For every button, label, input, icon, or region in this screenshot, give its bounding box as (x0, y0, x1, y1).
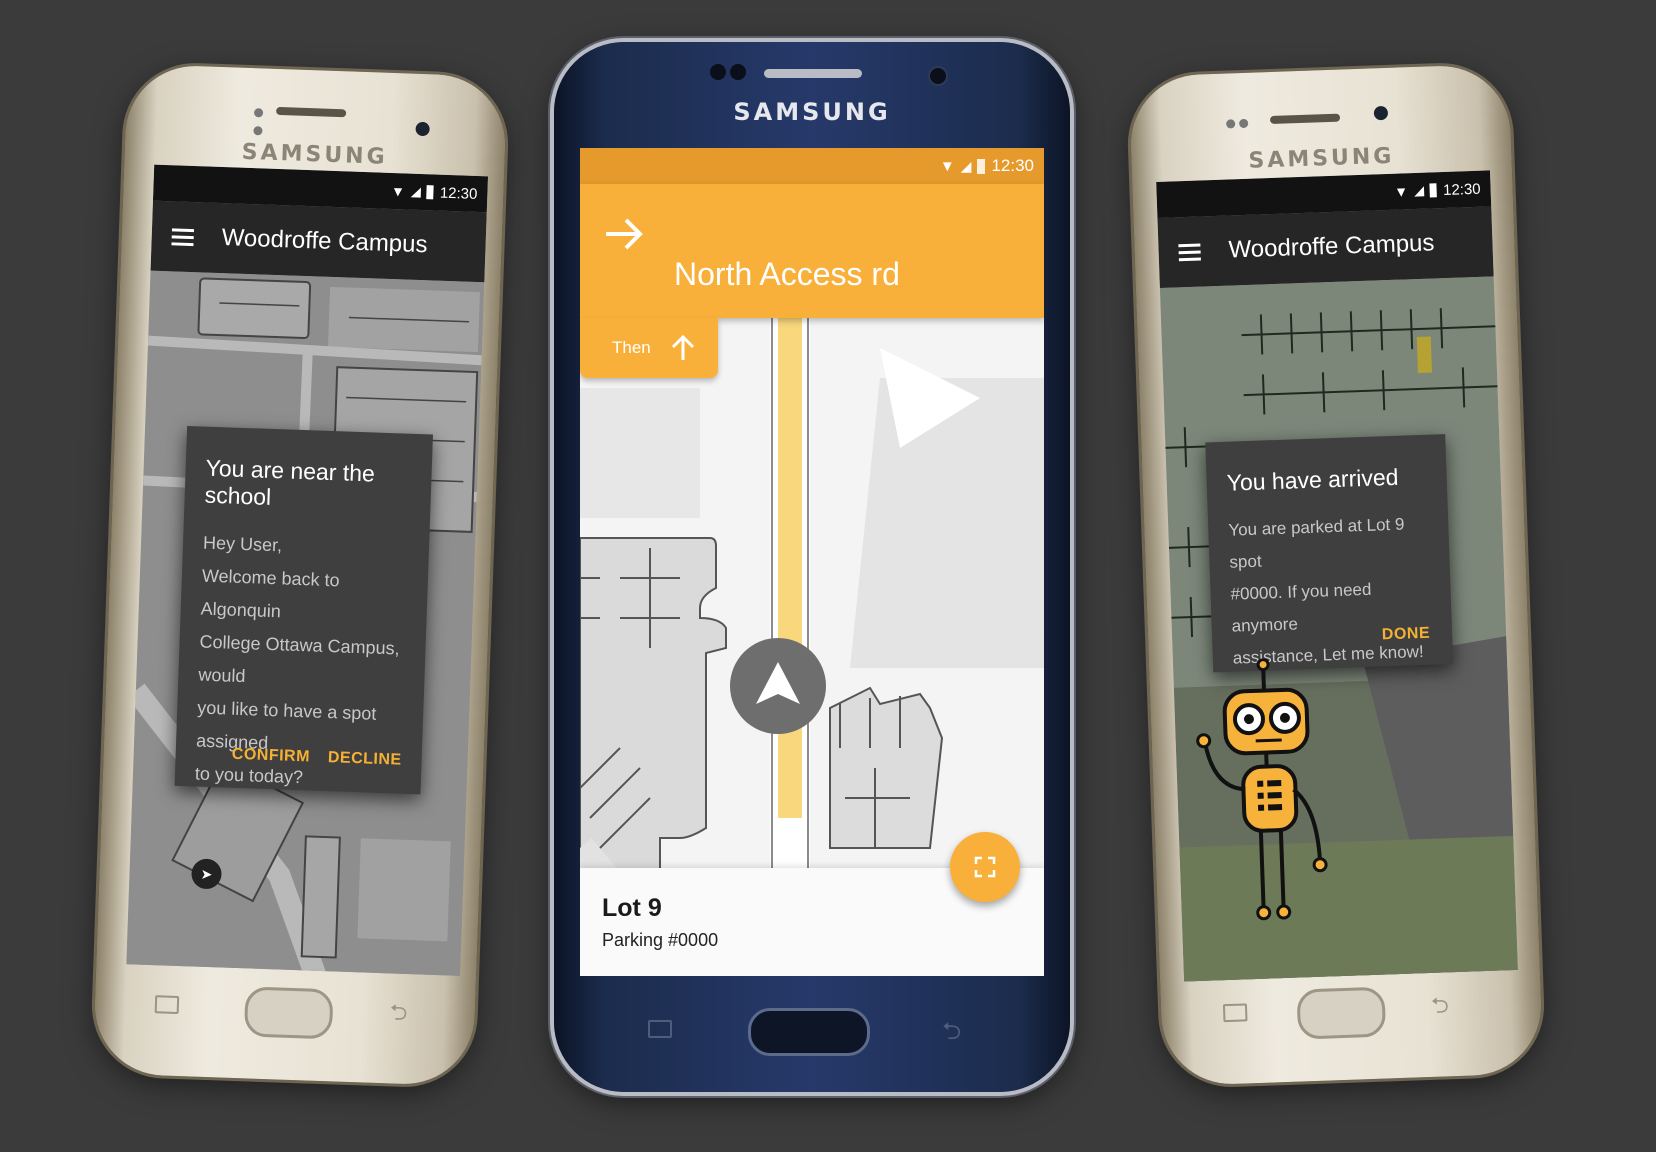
left-phone: SAMSUNG ▼ ◢ 12:30 Woodroffe Campus ➤ You… (92, 63, 508, 1087)
hamburger-icon[interactable] (171, 224, 195, 250)
battery-icon (1429, 183, 1438, 198)
lot-title: Lot 9 (602, 894, 662, 922)
app-title: Woodroffe Campus (1228, 229, 1435, 264)
earpiece (764, 69, 862, 78)
app-title: Woodroffe Campus (221, 224, 428, 259)
wifi-icon: ▼ (939, 157, 955, 175)
left-screen: ▼ ◢ 12:30 Woodroffe Campus ➤ You are nea… (126, 164, 489, 976)
earpiece (1269, 113, 1341, 125)
signal-icon: ◢ (960, 157, 972, 174)
home-button[interactable] (243, 986, 334, 1040)
navigation-banner: North Access rd (580, 184, 1044, 318)
robot-mascot (1196, 658, 1328, 921)
dialog-title: You have arrived (1226, 463, 1399, 496)
decline-button[interactable]: DECLINE (328, 749, 402, 770)
fullscreen-button[interactable] (950, 832, 1020, 902)
dialog-line: You are parked at Lot 9 spot (1228, 514, 1405, 572)
confirm-button[interactable]: CONFIRM (231, 746, 311, 767)
dialog-line: College Ottawa Campus, would (198, 631, 400, 687)
sensor-dots (253, 104, 276, 136)
brand-logo: SAMSUNG (733, 98, 891, 126)
status-bar: ▼ ◢ 12:30 (580, 148, 1044, 184)
right-screen: ▼ ◢ 12:30 Woodroffe Campus You have arri… (1156, 170, 1518, 982)
recent-apps-icon[interactable] (648, 1020, 672, 1038)
hamburger-icon[interactable] (1178, 239, 1201, 265)
right-phone: SAMSUNG ▼ ◢ 12:30 Woodroffe Campus You h… (1128, 63, 1544, 1087)
dialog-line: Welcome back to Algonquin (200, 565, 340, 622)
sensor-dots (1226, 115, 1249, 134)
fullscreen-icon (974, 856, 996, 878)
signal-icon: ◢ (1413, 182, 1425, 199)
street-name: North Access rd (674, 256, 900, 292)
recent-apps-icon[interactable] (1222, 1003, 1248, 1023)
parking-spot: Parking #0000 (602, 930, 719, 950)
arrow-right-icon (606, 218, 643, 250)
front-camera (928, 66, 948, 86)
back-icon[interactable]: ⮌ (1431, 988, 1450, 1027)
then-chip[interactable]: Then (580, 318, 718, 378)
arrow-up-icon (671, 334, 695, 360)
sensor-dots (710, 64, 747, 85)
dialog-body: You are parked at Lot 9 spot #0000. If y… (1228, 508, 1433, 675)
wifi-icon: ▼ (390, 182, 406, 200)
earpiece (276, 106, 347, 118)
app-bar: Woodroffe Campus (1157, 206, 1494, 288)
arrived-dialog: You have arrived You are parked at Lot 9… (1205, 434, 1454, 675)
front-camera (415, 121, 430, 137)
near-school-dialog: You are near the school Hey User, Welcom… (174, 425, 433, 795)
home-button[interactable] (748, 1008, 870, 1056)
status-time: 12:30 (1442, 180, 1481, 199)
status-time: 12:30 (439, 184, 478, 203)
battery-icon (426, 185, 435, 200)
app-bar: Woodroffe Campus (150, 200, 487, 283)
location-marker (730, 638, 826, 734)
dialog-title: You are near the school (204, 454, 376, 510)
done-button[interactable]: DONE (1382, 625, 1431, 645)
wifi-icon: ▼ (1393, 183, 1409, 200)
battery-icon (977, 158, 986, 174)
back-icon[interactable]: ⮌ (389, 995, 408, 1034)
status-time: 12:30 (991, 156, 1034, 175)
center-phone: SAMSUNG ▼ ◢ 12:30 North Access rd Then L… (554, 42, 1070, 1092)
then-label: Then (612, 338, 651, 357)
center-screen: ▼ ◢ 12:30 North Access rd Then Lot 9 Par… (580, 148, 1044, 976)
recent-apps-icon[interactable] (154, 995, 180, 1015)
back-icon[interactable]: ⮌ (942, 1014, 961, 1055)
front-camera (1373, 105, 1389, 121)
signal-icon: ◢ (410, 183, 422, 199)
navigation-arrow-icon (756, 662, 800, 704)
home-button[interactable] (1296, 986, 1387, 1040)
